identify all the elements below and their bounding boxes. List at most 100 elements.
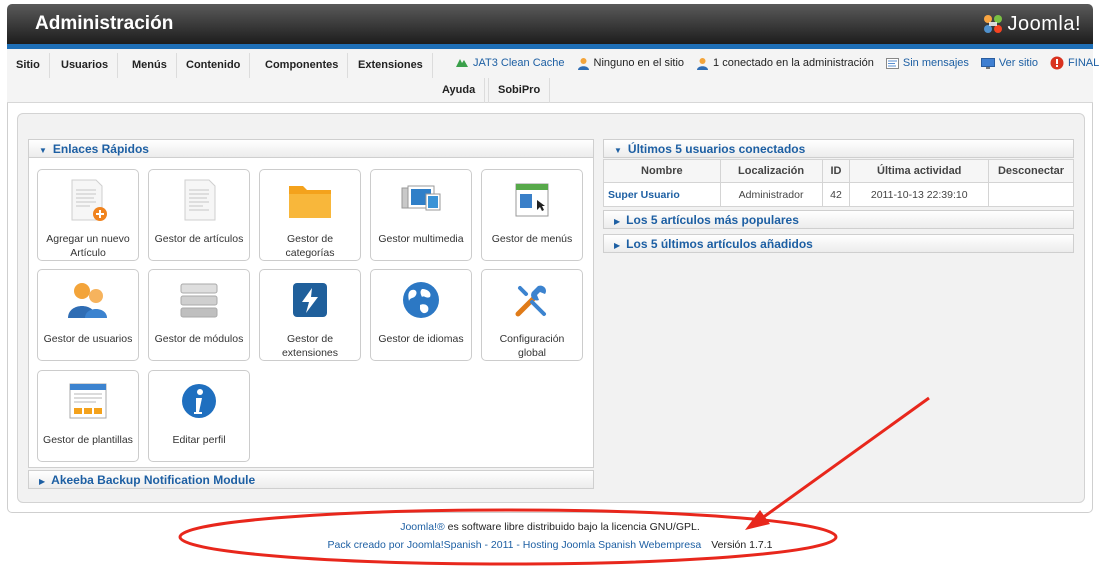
- quick-link-article-manager[interactable]: Gestor de artículos: [148, 169, 250, 261]
- column-header-logout[interactable]: Desconectar: [988, 159, 1074, 183]
- modules-icon: [180, 283, 218, 318]
- user-icon: [697, 57, 709, 70]
- user-icon: [577, 57, 589, 70]
- quick-link-label: Gestor multimedia: [378, 233, 464, 245]
- messages-label: Sin mensajes: [902, 57, 969, 69]
- site-users-label: Ninguno en el sitio: [593, 57, 685, 69]
- version-text: Versión 1.7.1: [711, 539, 773, 551]
- popular-articles-title: Los 5 artículos más populares: [626, 213, 799, 227]
- user-name-link[interactable]: Super Usuario: [603, 182, 721, 207]
- chevron-right-icon: ▶: [39, 477, 46, 486]
- folder-icon: [289, 186, 331, 218]
- extensions-icon: [293, 283, 327, 317]
- message-icon: [885, 57, 899, 69]
- menu-ayuda[interactable]: Ayuda: [433, 78, 486, 103]
- column-header-id[interactable]: ID: [821, 159, 851, 183]
- joomla-logo-text: Joomla!: [1007, 12, 1081, 35]
- menu-sobipro[interactable]: SobiPro: [488, 78, 551, 103]
- column-header-name[interactable]: Nombre: [603, 159, 721, 183]
- admin-users-label: 1 conectado en la administración: [713, 57, 874, 69]
- logout-link[interactable]: FINALIZAR: [1050, 56, 1100, 70]
- globe-icon: [403, 282, 439, 318]
- last-users-title: Últimos 5 usuarios conectados: [627, 142, 806, 156]
- menu-menus[interactable]: Menús: [123, 53, 177, 78]
- last-users-header[interactable]: ▼ Últimos 5 usuarios conectados: [603, 139, 1074, 158]
- logout-label: FINALIZAR: [1068, 57, 1100, 69]
- quick-link-add-article[interactable]: Agregar un nuevo Artículo: [37, 169, 139, 261]
- jat3-clean-cache-link[interactable]: JAT3 Clean Cache: [455, 57, 565, 69]
- quick-link-label: Gestor de menús: [491, 233, 573, 245]
- quick-link-label: Gestor de categorías: [285, 233, 335, 259]
- quick-link-menu-manager[interactable]: Gestor de menús: [481, 169, 583, 261]
- quick-link-global-configuration[interactable]: Configuración global: [481, 269, 583, 361]
- menu-componentes[interactable]: Componentes: [256, 53, 349, 78]
- column-header-location[interactable]: Localización: [719, 159, 823, 183]
- last-users-table: Nombre Localización ID Última actividad …: [603, 159, 1074, 207]
- quick-link-user-manager[interactable]: Gestor de usuarios: [37, 269, 139, 361]
- footer-credits: Pack creado por Joomla!Spanish - 2011 - …: [0, 539, 1100, 551]
- menu-extensiones[interactable]: Extensiones: [349, 53, 433, 78]
- quick-link-module-manager[interactable]: Gestor de módulos: [148, 269, 250, 361]
- table-header-row: Nombre Localización ID Última actividad …: [603, 159, 1074, 183]
- joomla-logo-icon: [984, 15, 1003, 33]
- footer-license: Joomla!® es software libre distribuido b…: [0, 521, 1100, 533]
- chevron-down-icon: ▼: [614, 146, 622, 155]
- quick-link-label: Gestor de plantillas: [43, 434, 133, 446]
- menu-contenido[interactable]: Contenido: [177, 53, 251, 78]
- quick-links-header[interactable]: ▼ Enlaces Rápidos: [28, 139, 594, 158]
- quick-link-extension-manager[interactable]: Gestor de extensiones: [259, 269, 361, 361]
- menu-icon: [515, 183, 549, 217]
- quick-link-template-manager[interactable]: Gestor de plantillas: [37, 370, 139, 462]
- monitor-icon: [980, 57, 995, 69]
- messages-link[interactable]: Sin mensajes: [885, 57, 969, 69]
- pack-credits-link[interactable]: Pack creado por Joomla!Spanish - 2011 - …: [327, 539, 701, 551]
- view-site-label: Ver sitio: [998, 57, 1039, 69]
- quick-link-label: Gestor de módulos: [154, 333, 244, 345]
- jat3-clean-cache-label: JAT3 Clean Cache: [473, 57, 565, 69]
- quick-link-media-manager[interactable]: Gestor multimedia: [370, 169, 472, 261]
- site-users-status: Ninguno en el sitio: [577, 57, 685, 70]
- quick-link-label: Gestor de extensiones: [281, 333, 339, 359]
- status-bar: JAT3 Clean Cache Ninguno en el sitio 1 c…: [455, 52, 1100, 74]
- menu-sitio[interactable]: Sitio: [7, 53, 50, 78]
- latest-articles-header[interactable]: ▶ Los 5 últimos artículos añadidos: [603, 234, 1074, 253]
- tools-icon: [515, 285, 547, 317]
- cache-icon: [456, 59, 468, 67]
- joomla-link[interactable]: Joomla!®: [400, 521, 445, 533]
- popular-articles-header[interactable]: ▶ Los 5 artículos más populares: [603, 210, 1074, 229]
- quick-links-title: Enlaces Rápidos: [52, 142, 149, 156]
- license-text: es software libre distribuido bajo la li…: [444, 521, 700, 533]
- akeeba-header[interactable]: ▶ Akeeba Backup Notification Module: [28, 470, 594, 489]
- templates-icon: [69, 383, 107, 419]
- chevron-right-icon: ▶: [614, 241, 621, 250]
- media-icon: [401, 185, 441, 211]
- annotation-ellipse: [178, 508, 838, 566]
- info-icon: [182, 384, 216, 418]
- menu-usuarios[interactable]: Usuarios: [52, 53, 119, 78]
- users-icon: [68, 283, 107, 318]
- column-header-last-activity[interactable]: Última actividad: [849, 159, 990, 183]
- article-manager-icon: [184, 179, 216, 221]
- view-site-link[interactable]: Ver sitio: [980, 57, 1039, 69]
- quick-link-edit-profile[interactable]: Editar perfil: [148, 370, 250, 462]
- user-last-activity: 2011-10-13 22:39:10: [849, 182, 990, 207]
- admin-header: Administración Joomla!: [7, 4, 1093, 44]
- page-title: Administración: [35, 13, 174, 34]
- quick-link-label: Gestor de usuarios: [43, 333, 133, 345]
- user-id: 42: [821, 182, 851, 207]
- quick-link-label: Configuración global: [499, 333, 565, 359]
- user-logout-cell: [988, 182, 1074, 207]
- logout-icon: [1050, 56, 1064, 70]
- user-location: Administrador: [719, 182, 823, 207]
- akeeba-title: Akeeba Backup Notification Module: [51, 473, 256, 487]
- quick-link-language-manager[interactable]: Gestor de idiomas: [370, 269, 472, 361]
- quick-link-label: Gestor de artículos: [154, 233, 244, 245]
- quick-link-label: Editar perfil: [172, 434, 226, 446]
- table-row: Super Usuario Administrador 42 2011-10-1…: [603, 182, 1074, 207]
- add-article-icon: [71, 179, 107, 221]
- chevron-right-icon: ▶: [614, 217, 621, 226]
- admin-users-status: 1 conectado en la administración: [696, 57, 874, 70]
- joomla-logo[interactable]: Joomla!: [981, 10, 1081, 38]
- quick-link-label: Gestor de idiomas: [378, 333, 464, 345]
- quick-link-category-manager[interactable]: Gestor de categorías: [259, 169, 361, 261]
